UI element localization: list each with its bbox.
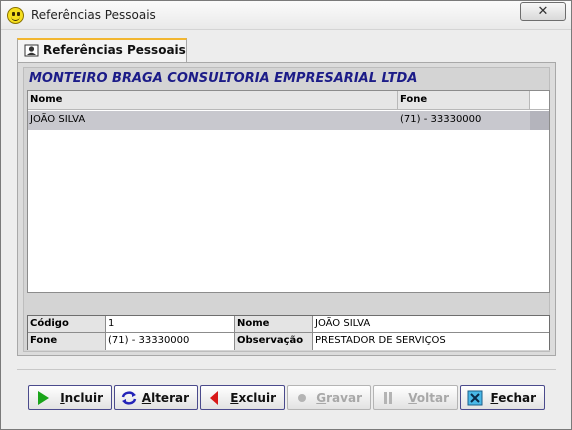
table-row[interactable]: JOÃO SILVA (71) - 33330000 [28, 111, 549, 130]
fone-label: Fone [28, 333, 106, 350]
tab-label: Referências Pessoais [43, 43, 186, 57]
excluir-label: Excluir [230, 391, 276, 405]
cell-nome: JOÃO SILVA [30, 114, 86, 125]
content-panel: MONTEIRO BRAGA CONSULTORIA EMPRESARIAL L… [17, 62, 556, 356]
toolbar-separator [17, 369, 556, 370]
refresh-icon [121, 391, 137, 405]
incluir-label: Incluir [60, 391, 103, 405]
tab-referencias-pessoais[interactable]: Referências Pessoais [17, 38, 187, 63]
detail-form: Código 1 Nome JOÃO SILVA Fone (71) - 333… [27, 315, 550, 350]
window-title: Referências Pessoais [31, 8, 156, 22]
alterar-button[interactable]: Alterar [114, 385, 198, 410]
content-panel-inner: MONTEIRO BRAGA CONSULTORIA EMPRESARIAL L… [23, 67, 550, 352]
observacao-label: Observação [235, 333, 313, 350]
close-button[interactable]: ✕ [520, 2, 566, 21]
arrow-left-red-icon [210, 391, 218, 405]
excluir-button[interactable]: Excluir [200, 385, 285, 410]
fechar-label: Fechar [490, 391, 536, 405]
cell-fone: (71) - 33330000 [400, 114, 482, 125]
voltar-button[interactable]: Voltar [373, 385, 458, 410]
nome-field[interactable]: JOÃO SILVA [313, 316, 549, 333]
play-green-icon [38, 391, 49, 405]
row-indicator [530, 111, 549, 130]
smiley-icon [7, 7, 24, 24]
voltar-label: Voltar [408, 391, 449, 405]
title-bar[interactable]: Referências Pessoais ✕ [1, 1, 571, 30]
gravar-button[interactable]: Gravar [287, 385, 371, 410]
alterar-label: Alterar [141, 391, 189, 405]
references-grid[interactable]: Nome Fone JOÃO SILVA (71) - 33330000 [27, 90, 550, 293]
column-header-fone[interactable]: Fone [398, 91, 530, 110]
pause-icon [384, 392, 392, 404]
column-header-nome[interactable]: Nome [28, 91, 398, 110]
observacao-field[interactable]: PRESTADOR DE SERVIÇOS [313, 333, 549, 350]
dialog-window: Referências Pessoais ✕ Referências Pesso… [0, 0, 572, 430]
record-icon [298, 394, 306, 402]
codigo-label: Código [28, 316, 106, 333]
user-card-icon [24, 44, 39, 57]
fone-field[interactable]: (71) - 33330000 [106, 333, 235, 350]
company-name: MONTEIRO BRAGA CONSULTORIA EMPRESARIAL L… [29, 71, 418, 86]
fechar-button[interactable]: Fechar [460, 385, 545, 410]
incluir-button[interactable]: Incluir [28, 385, 112, 410]
gravar-label: Gravar [316, 391, 362, 405]
grid-header-corner [530, 91, 549, 110]
grid-header: Nome Fone [28, 91, 549, 110]
close-box-icon [467, 390, 483, 406]
codigo-field[interactable]: 1 [106, 316, 235, 333]
nome-label: Nome [235, 316, 313, 333]
